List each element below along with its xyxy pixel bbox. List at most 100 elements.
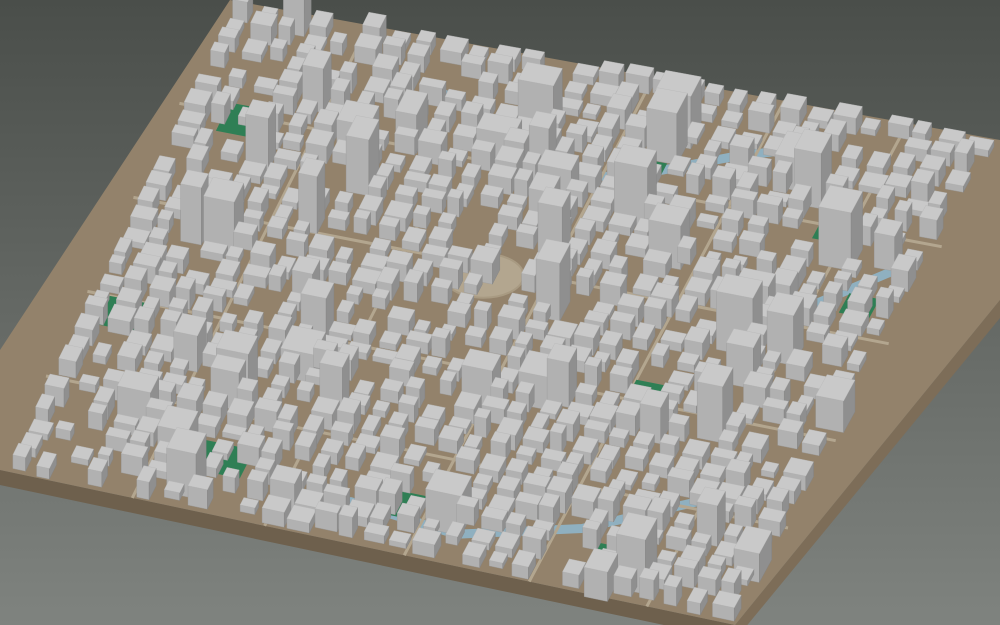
building-wall-front: [439, 379, 452, 396]
building-wall-front: [474, 415, 487, 439]
building: [187, 473, 214, 510]
building: [286, 231, 309, 259]
building: [414, 416, 440, 447]
building: [431, 326, 451, 359]
building: [818, 184, 863, 272]
building-wall-front: [874, 232, 895, 272]
building-wall-front: [546, 357, 570, 408]
building: [363, 521, 390, 545]
building-wall-front: [338, 514, 353, 539]
building-wall-front: [663, 584, 677, 607]
building: [246, 468, 269, 502]
building: [712, 229, 738, 254]
building-wall-front: [246, 478, 264, 502]
building-wall-front: [677, 246, 691, 266]
building: [210, 41, 230, 69]
building-wall-front: [582, 526, 598, 551]
building: [456, 494, 479, 527]
building: [777, 417, 804, 450]
building: [575, 382, 598, 407]
building: [613, 564, 638, 598]
building-wall-front: [180, 183, 202, 246]
building: [396, 502, 420, 534]
building: [584, 356, 602, 388]
building: [712, 590, 742, 622]
building: [87, 402, 108, 432]
building: [239, 497, 259, 515]
building: [608, 427, 630, 449]
building: [455, 445, 481, 475]
building: [222, 467, 240, 494]
building: [314, 500, 342, 533]
building: [282, 131, 304, 152]
building-wall-front: [136, 479, 150, 500]
building: [887, 114, 914, 140]
building: [473, 407, 492, 439]
building-wall-front: [210, 49, 225, 69]
building: [328, 260, 352, 286]
building: [338, 504, 358, 539]
building: [55, 420, 75, 441]
building-wall-front: [772, 170, 787, 194]
building-wall-front: [353, 216, 367, 235]
building-wall-front: [345, 135, 369, 197]
building: [371, 287, 390, 310]
building: [464, 325, 487, 349]
building: [394, 125, 419, 156]
building: [549, 422, 567, 454]
building-wall-front: [222, 475, 236, 494]
building: [624, 445, 649, 472]
building-wall-front: [697, 381, 723, 444]
building: [473, 300, 492, 331]
building: [261, 494, 292, 528]
building: [642, 248, 672, 279]
building: [480, 184, 504, 209]
building: [164, 480, 185, 501]
building: [431, 277, 453, 305]
building-wall-front: [403, 280, 418, 303]
building: [481, 506, 508, 533]
building: [875, 286, 894, 320]
building-wall-front: [87, 468, 103, 488]
building: [919, 205, 944, 241]
building: [108, 254, 126, 276]
building: [515, 223, 538, 250]
building: [296, 380, 315, 403]
building-wall-front: [268, 274, 282, 293]
building: [228, 67, 247, 89]
building: [704, 82, 725, 107]
building: [747, 100, 775, 134]
building-wall-front: [431, 335, 446, 359]
building-wall-front: [584, 566, 608, 602]
building-wall-front: [639, 576, 655, 601]
building-wall-front: [330, 40, 343, 56]
city-model-view[interactable]: [0, 0, 1000, 625]
building: [576, 267, 594, 297]
building-wall-front: [919, 216, 938, 241]
building-wall-front: [270, 46, 284, 62]
building-wall-front: [576, 275, 590, 297]
building: [582, 519, 602, 551]
building: [546, 343, 578, 408]
building: [353, 208, 371, 235]
building: [270, 37, 288, 62]
building: [782, 207, 804, 230]
building-wall-front: [815, 395, 844, 433]
building: [79, 373, 100, 394]
building: [734, 495, 757, 529]
building-wall-front: [875, 295, 889, 320]
building: [413, 204, 431, 230]
building: [447, 300, 472, 329]
building: [447, 188, 464, 218]
building: [821, 332, 849, 368]
building: [412, 527, 442, 559]
building-wall-front: [413, 212, 427, 230]
building: [639, 567, 660, 601]
building-wall-front: [521, 273, 536, 294]
building: [245, 99, 276, 171]
building: [327, 208, 350, 232]
building-wall-front: [87, 410, 103, 432]
building: [378, 215, 401, 242]
building-wall-front: [210, 102, 225, 125]
building-wall-front: [734, 503, 752, 529]
